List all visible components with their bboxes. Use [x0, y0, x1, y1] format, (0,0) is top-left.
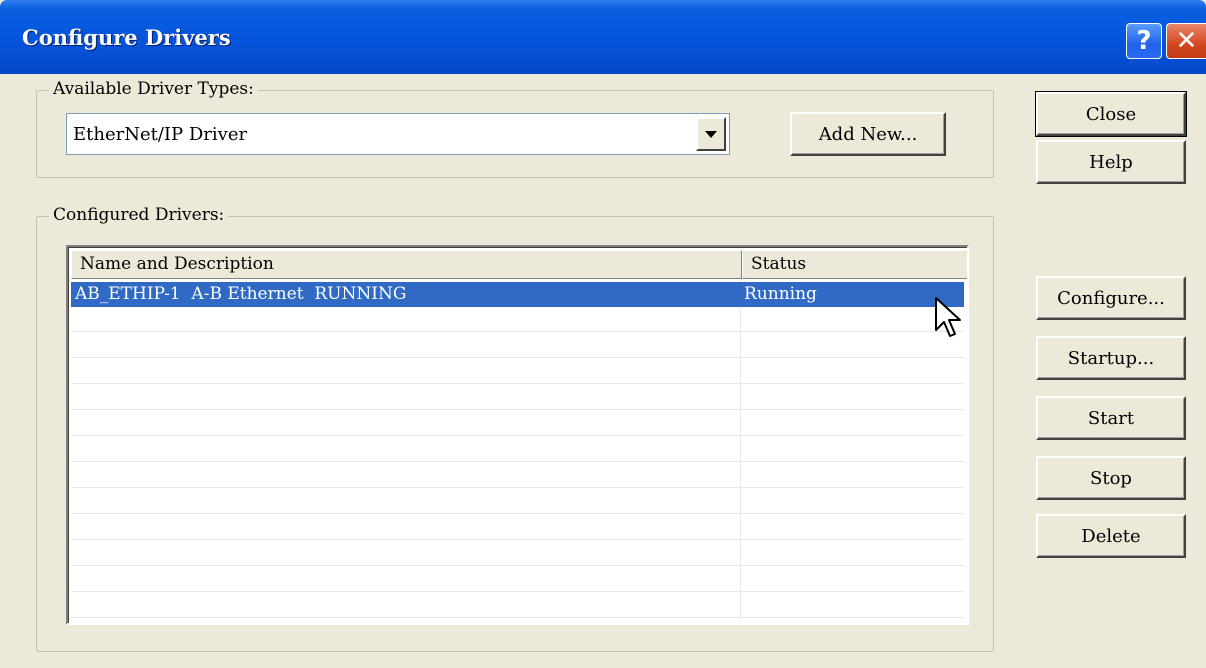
column-divider [740, 280, 741, 620]
list-header: Name and Description Status [71, 250, 967, 279]
driver-type-value: EtherNet/IP Driver [73, 124, 248, 145]
configure-button[interactable]: Configure... [1036, 276, 1186, 320]
title-bar[interactable]: Configure Drivers ? ✕ [0, 0, 1206, 74]
add-new-button[interactable]: Add New... [790, 112, 946, 156]
column-header-name[interactable]: Name and Description [71, 250, 742, 279]
configured-drivers-list[interactable]: Name and Description Status AB_ETHIP-1 A… [66, 245, 969, 625]
delete-button[interactable]: Delete [1036, 514, 1186, 558]
window-title: Configure Drivers [22, 25, 231, 50]
help-icon[interactable]: ? [1126, 23, 1162, 59]
start-button[interactable]: Start [1036, 396, 1186, 440]
table-row[interactable]: AB_ETHIP-1 A-B Ethernet RUNNING Running [71, 282, 964, 307]
help-button[interactable]: Help [1036, 140, 1186, 184]
close-icon[interactable]: ✕ [1166, 23, 1206, 59]
configured-drivers-label: Configured Drivers: [49, 205, 229, 225]
driver-status-cell: Running [744, 284, 817, 304]
startup-button[interactable]: Startup... [1036, 336, 1186, 380]
available-driver-types-label: Available Driver Types: [49, 79, 258, 99]
list-grid [71, 280, 964, 620]
chevron-down-icon[interactable] [696, 117, 726, 151]
column-header-status[interactable]: Status [742, 250, 967, 279]
mouse-cursor-icon [935, 297, 961, 337]
driver-type-select[interactable]: EtherNet/IP Driver [66, 113, 730, 155]
configure-drivers-dialog: Configure Drivers ? ✕ Available Driver T… [0, 0, 1206, 668]
stop-button[interactable]: Stop [1036, 456, 1186, 500]
driver-name-cell: AB_ETHIP-1 A-B Ethernet RUNNING [75, 284, 407, 304]
close-button[interactable]: Close [1035, 91, 1187, 137]
